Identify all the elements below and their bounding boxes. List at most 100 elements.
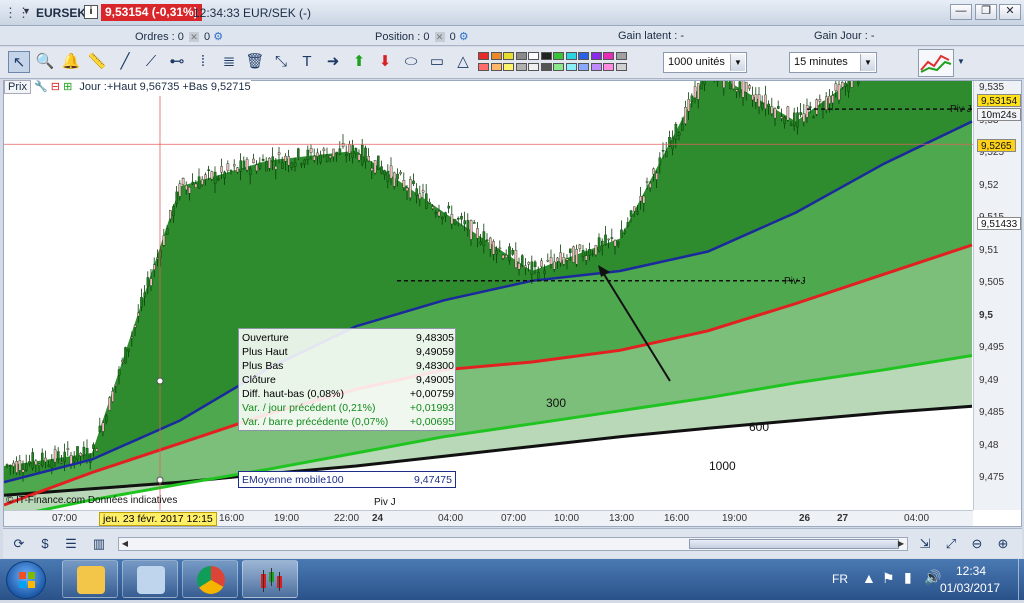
color-swatch[interactable] xyxy=(528,63,539,71)
color-swatch[interactable] xyxy=(541,63,552,71)
color-swatch[interactable] xyxy=(616,63,627,71)
price-chart[interactable]: 3006001000Piv JPiv JPiv J© IT-Finance.co… xyxy=(3,80,1022,527)
candle-up xyxy=(700,81,702,89)
text-tool-icon[interactable]: T xyxy=(296,51,318,73)
clock-date[interactable]: 01/03/2017 xyxy=(940,581,1000,595)
taskbar-explorer[interactable] xyxy=(62,560,118,598)
gear-icon[interactable]: ⚙ xyxy=(459,31,469,43)
pivot-label: Piv J xyxy=(784,276,806,287)
language-indicator[interactable]: FR xyxy=(832,572,848,586)
taskbar-app[interactable] xyxy=(122,560,178,598)
scroll-left-icon[interactable]: ◀ xyxy=(119,538,131,550)
symbol-dropdown-icon[interactable]: ▼ xyxy=(22,6,31,16)
candle-down xyxy=(313,156,315,160)
zoom-magnifier-icon[interactable]: 🔍 xyxy=(34,51,56,73)
ruler-icon[interactable]: 📏 xyxy=(86,51,108,73)
taskbar-trading[interactable] xyxy=(242,560,298,598)
grip-icon[interactable]: ⋮⋮ xyxy=(4,6,18,20)
show-desktop-button[interactable] xyxy=(1018,559,1024,600)
alert-bell-icon[interactable]: 🔔 xyxy=(60,51,82,73)
color-swatch[interactable] xyxy=(578,63,589,71)
refresh-chart-icon[interactable]: ⟳ xyxy=(9,534,29,554)
maximize-icon[interactable]: ❐ xyxy=(975,4,997,20)
scroll-thumb[interactable] xyxy=(689,539,899,549)
triangle-tool-icon[interactable]: △ xyxy=(452,51,474,73)
scroll-right-icon[interactable]: ▶ xyxy=(895,538,907,550)
ellipse-tool-icon[interactable]: ⬭ xyxy=(400,51,422,73)
color-swatch[interactable] xyxy=(503,63,514,71)
color-swatch[interactable] xyxy=(478,63,489,71)
price-axis[interactable]: 9,5359,539,5259,529,5159,519,5059,59,495… xyxy=(973,81,1021,510)
autoscale-icon[interactable]: ⇲ xyxy=(915,534,935,554)
color-swatch[interactable] xyxy=(616,52,627,60)
color-swatch[interactable] xyxy=(591,52,602,60)
start-button[interactable] xyxy=(6,561,46,599)
color-swatch[interactable] xyxy=(566,52,577,60)
quantity-select[interactable]: 1000 unités ▼ xyxy=(663,52,747,73)
trash-icon[interactable]: 🗑 xyxy=(244,51,266,73)
color-swatch[interactable] xyxy=(578,52,589,60)
color-swatch[interactable] xyxy=(503,52,514,60)
taskbar-chrome[interactable] xyxy=(182,560,238,598)
arrow-right-icon[interactable]: ➜ xyxy=(322,51,344,73)
clock-time[interactable]: 12:34 xyxy=(956,564,986,578)
timeframe-select[interactable]: 15 minutes ▼ xyxy=(789,52,877,73)
vertical-line-icon[interactable]: ⁞ xyxy=(192,51,214,73)
volume-icon[interactable]: 🔊 xyxy=(924,569,941,586)
color-swatch[interactable] xyxy=(491,63,502,71)
chevron-down-icon[interactable]: ▼ xyxy=(860,54,875,71)
color-palette[interactable] xyxy=(478,52,630,74)
color-swatch[interactable] xyxy=(591,63,602,71)
dollar-icon[interactable]: $ xyxy=(35,534,55,554)
color-swatch[interactable] xyxy=(553,52,564,60)
color-swatch[interactable] xyxy=(603,63,614,71)
info-icon[interactable]: i xyxy=(84,5,98,19)
buy-marker-icon[interactable]: ⊞ xyxy=(63,81,72,93)
tooltip-row: Ouverture9,48305 xyxy=(242,332,454,346)
rectangle-tool-icon[interactable]: ▭ xyxy=(426,51,448,73)
chevron-down-icon[interactable]: ▼ xyxy=(955,51,967,73)
color-swatch[interactable] xyxy=(566,63,577,71)
bars-icon[interactable]: ▥ xyxy=(89,534,109,554)
cross-arrows-icon[interactable]: ⤡ xyxy=(270,51,292,73)
color-swatch[interactable] xyxy=(516,63,527,71)
wrench-icon[interactable]: 🔧 xyxy=(34,81,48,93)
color-swatch[interactable] xyxy=(516,52,527,60)
candle-down xyxy=(348,144,350,153)
candle-up xyxy=(662,150,664,151)
color-swatch[interactable] xyxy=(541,52,552,60)
cursor-arrow-icon[interactable]: ↖ xyxy=(8,51,30,73)
color-swatch[interactable] xyxy=(528,52,539,60)
color-swatch[interactable] xyxy=(478,52,489,60)
ma-value: 9,47475 xyxy=(414,474,452,486)
fit-icon[interactable]: ⤢ xyxy=(941,534,961,554)
sell-arrow-icon[interactable]: ⬇ xyxy=(374,51,396,73)
zoom-out-icon[interactable]: ⊖ xyxy=(967,534,987,554)
minimize-icon[interactable]: — xyxy=(950,4,972,20)
ray-tool-icon[interactable]: ⟋ xyxy=(140,51,162,73)
symbol-name[interactable]: EURSEK xyxy=(36,6,86,20)
buy-arrow-icon[interactable]: ⬆ xyxy=(348,51,370,73)
list-icon[interactable]: ☰ xyxy=(61,534,81,554)
color-swatch[interactable] xyxy=(603,52,614,60)
tray-arrow-icon[interactable]: ▲ xyxy=(862,570,876,586)
candle-up xyxy=(665,152,667,157)
signal-icon[interactable]: ▮ xyxy=(904,569,912,586)
x-tick-label: 04:00 xyxy=(438,513,463,524)
sell-marker-icon[interactable]: ⊟ xyxy=(51,81,60,93)
chevron-down-icon[interactable]: ▼ xyxy=(730,54,745,71)
line-tool-icon[interactable]: ╱ xyxy=(114,51,136,73)
horizontal-scrollbar[interactable]: ◀ ▶ xyxy=(118,537,908,551)
fibonacci-icon[interactable]: ≣ xyxy=(218,51,240,73)
clear-icon[interactable]: ✕ xyxy=(435,32,445,42)
network-icon[interactable]: ⚑ xyxy=(882,570,895,587)
gear-icon[interactable]: ⚙ xyxy=(213,31,223,43)
clear-icon[interactable]: ✕ xyxy=(189,32,199,42)
horizontal-line-icon[interactable]: ⊷ xyxy=(166,51,188,73)
close-icon[interactable]: ✕ xyxy=(999,4,1021,20)
zoom-in-icon[interactable]: ⊕ xyxy=(993,534,1013,554)
indicator-chart-icon[interactable] xyxy=(918,49,954,77)
color-swatch[interactable] xyxy=(491,52,502,60)
prix-label[interactable]: Prix xyxy=(4,80,31,94)
color-swatch[interactable] xyxy=(553,63,564,71)
